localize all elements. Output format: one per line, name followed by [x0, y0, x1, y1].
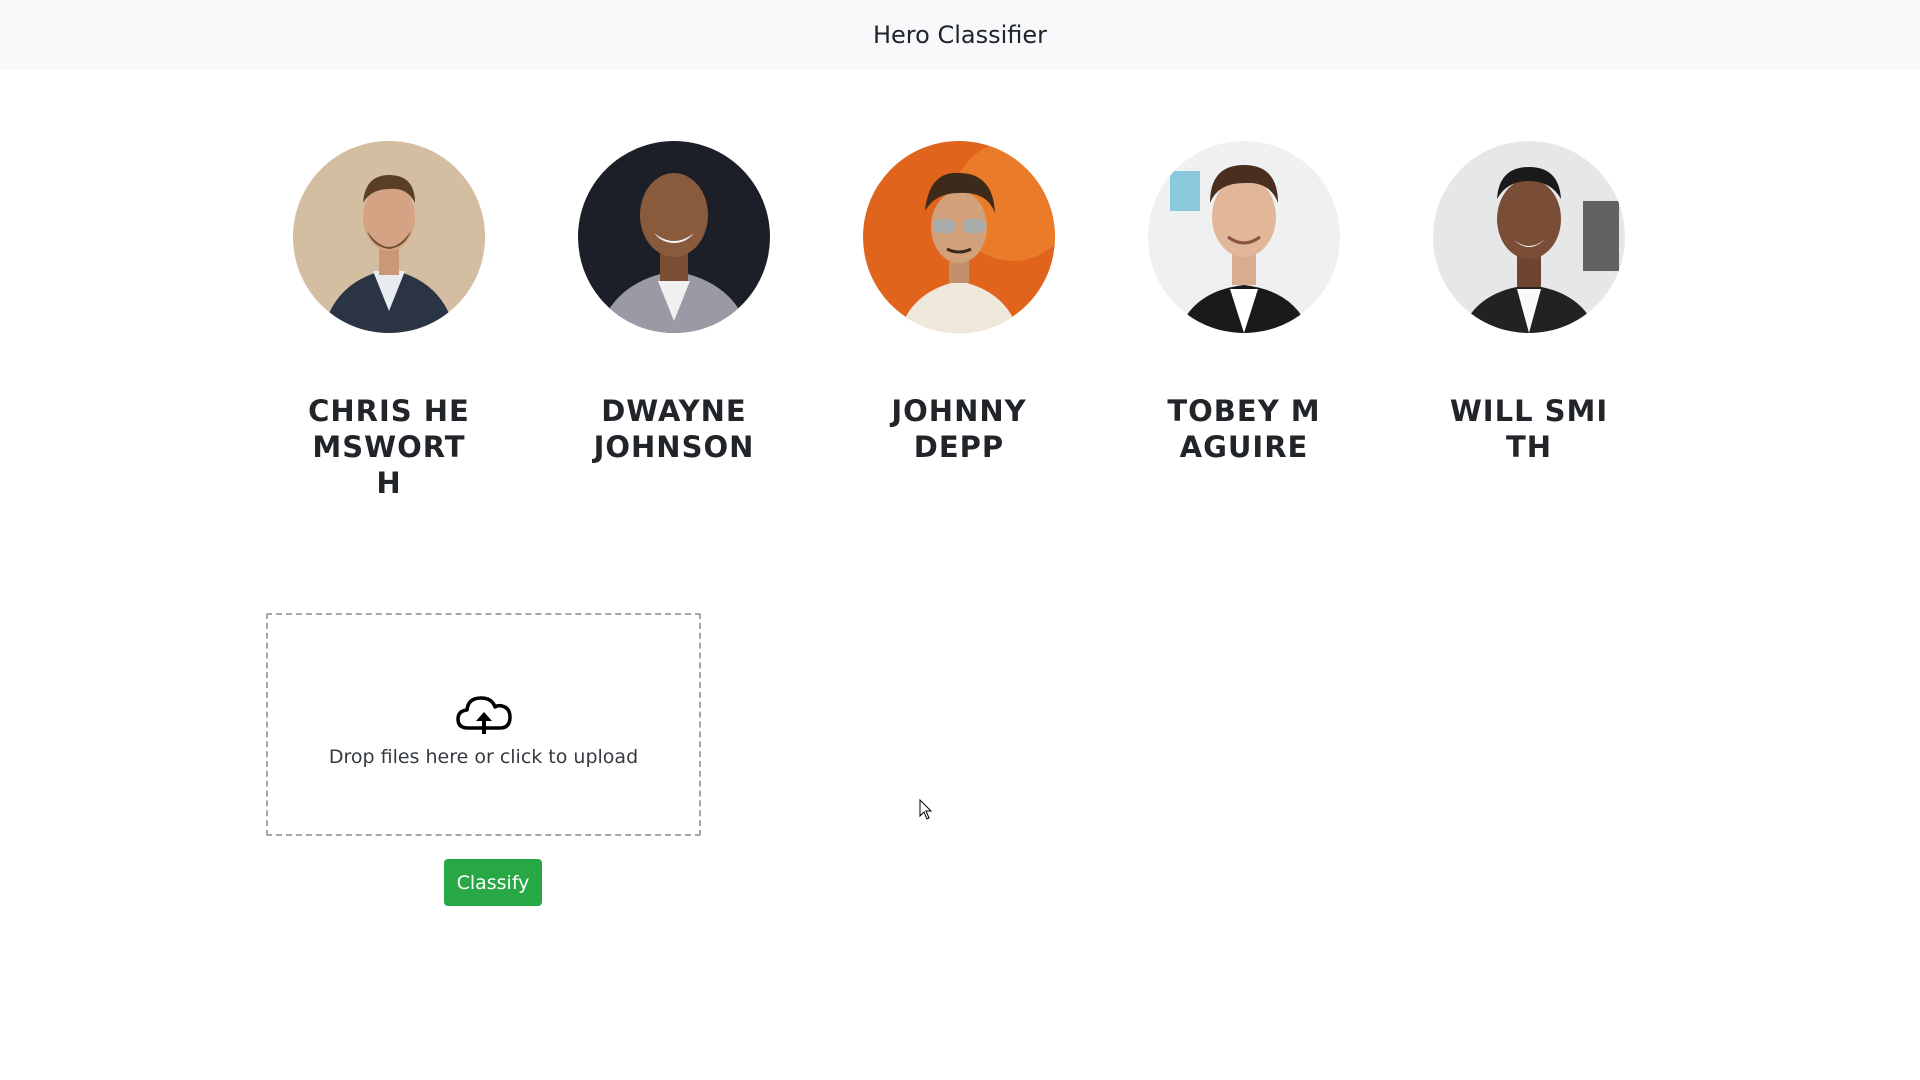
upload-dropzone[interactable]: Drop files here or click to upload	[266, 613, 701, 836]
navbar: Hero Classifier	[0, 0, 1920, 70]
hero-avatar	[293, 141, 485, 333]
hero-card-dwayne-johnson: Dwayne Johnson	[574, 141, 774, 465]
hero-card-tobey-maguire: Tobey Maguire	[1144, 141, 1344, 465]
hero-avatar	[1433, 141, 1625, 333]
hero-name: Dwayne Johnson	[593, 394, 755, 464]
hero-name: Johnny Depp	[891, 394, 1027, 464]
mouse-pointer-icon	[919, 799, 933, 820]
person-photo-icon	[293, 141, 485, 333]
classify-button[interactable]: Classify	[444, 859, 542, 906]
hero-card-will-smith: Will Smith	[1429, 141, 1629, 465]
person-photo-icon	[863, 141, 1055, 333]
hero-avatar	[578, 141, 770, 333]
hero-card-johnny-depp: Johnny Depp	[859, 141, 1059, 465]
person-photo-icon	[578, 141, 770, 333]
hero-avatar	[863, 141, 1055, 333]
upload-instructions: Drop files here or click to upload	[328, 745, 639, 768]
hero-avatar	[1148, 141, 1340, 333]
hero-card-chris-hemsworth: Chris Hemsworth	[289, 141, 489, 501]
navbar-brand[interactable]: Hero Classifier	[873, 21, 1047, 49]
hero-name: Will Smith	[1449, 394, 1609, 464]
cloud-upload-icon	[455, 695, 512, 734]
hero-name: Chris Hemsworth	[308, 394, 470, 500]
person-photo-icon	[1433, 141, 1625, 333]
person-photo-icon	[1148, 141, 1340, 333]
hero-name: Tobey Maguire	[1167, 394, 1321, 464]
